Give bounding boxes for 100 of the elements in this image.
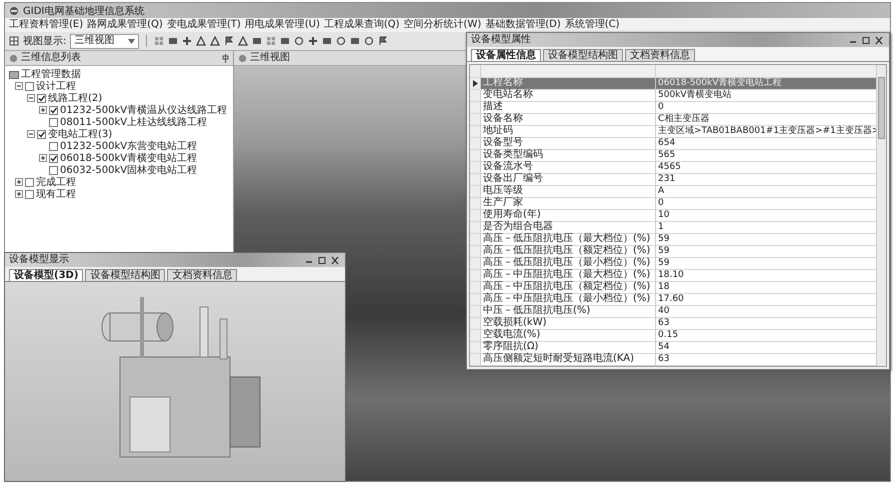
grid-icon[interactable]	[9, 36, 19, 46]
tree-item[interactable]: 设计工程	[36, 80, 76, 92]
checkbox[interactable]	[37, 130, 46, 138]
square-icon[interactable]	[280, 36, 290, 46]
close-icon[interactable]	[329, 256, 341, 264]
property-row[interactable]: 工程名称 06018-500kV青横变电站工程	[470, 78, 876, 90]
folder-icon	[9, 70, 19, 78]
property-name: 是否为组合电器	[481, 222, 656, 233]
tree-item[interactable]: 06032-500kV固林变电站工程	[60, 164, 198, 176]
expander-icon[interactable]	[39, 106, 47, 114]
checkbox[interactable]	[49, 166, 58, 174]
expander-icon[interactable]	[15, 190, 23, 198]
property-name: 设备型号	[481, 138, 656, 149]
menu-item[interactable]: 空间分析统计(W)	[404, 19, 482, 31]
plus-icon[interactable]	[308, 36, 318, 46]
view-dropdown[interactable]: 三维视图	[70, 34, 140, 48]
menu-item[interactable]: 路网成果管理(Q)	[87, 19, 163, 31]
circle-icon[interactable]	[294, 36, 304, 46]
property-name: 电压等级	[481, 186, 656, 197]
checkbox[interactable]	[25, 190, 34, 198]
property-name: 高压侧额定短时耐受短路电流(KA)	[481, 354, 656, 365]
close-icon[interactable]	[873, 36, 885, 44]
app-icon	[9, 6, 19, 16]
view-label: 视图显示:	[23, 34, 66, 48]
square-icon[interactable]	[168, 36, 178, 46]
window-title: 设备模型显示	[9, 254, 69, 266]
checkbox[interactable]	[25, 82, 34, 90]
tab[interactable]: 文档资料信息	[625, 49, 695, 61]
property-name: 空载损耗(kW)	[481, 318, 656, 329]
property-name: 描述	[481, 102, 656, 113]
plus-icon[interactable]	[182, 36, 192, 46]
tab[interactable]: 设备属性信息	[471, 49, 541, 61]
property-name: 生产厂家	[481, 198, 656, 209]
tab[interactable]: 设备模型结构图	[543, 49, 623, 61]
property-name: 中压－低压阻抗电压(%)	[481, 306, 656, 317]
triangle-icon[interactable]	[238, 36, 248, 46]
row-pointer-icon	[472, 80, 478, 87]
property-name: 高压－低压阻抗电压（最小档位）(%)	[481, 258, 656, 269]
square-icon[interactable]	[350, 36, 360, 46]
maximize-icon[interactable]	[316, 256, 328, 264]
property-name: 工程名称	[481, 78, 656, 89]
property-name: 高压－中压阻抗电压（额定档位）(%)	[481, 282, 656, 293]
menu-item[interactable]: 变电成果管理(T)	[166, 19, 241, 31]
tree-root[interactable]: 工程管理数据	[21, 68, 81, 80]
tree-item[interactable]: 完成工程	[36, 176, 76, 188]
property-name: 变电站名称	[481, 90, 656, 101]
property-name: 设备类型编码	[481, 150, 656, 161]
property-name: 高压－中压阻抗电压（最小档位）(%)	[481, 294, 656, 305]
tree-item[interactable]: 08011-500kV上桂达线线路工程	[60, 116, 208, 128]
triangle-icon[interactable]	[210, 36, 220, 46]
property-name: 设备出厂编号	[481, 174, 656, 185]
square-icon[interactable]	[322, 36, 332, 46]
property-name: 零序阻抗(Ω)	[481, 342, 656, 353]
checkbox[interactable]	[37, 94, 46, 102]
square-icon[interactable]	[252, 36, 262, 46]
pin-icon[interactable]	[222, 54, 229, 62]
expander-icon[interactable]	[15, 82, 23, 90]
property-name: 设备名称	[481, 114, 656, 125]
menu-item[interactable]: 用电成果管理(U)	[244, 19, 320, 31]
flag-icon[interactable]	[378, 36, 388, 46]
tree-item[interactable]: 线路工程(2)	[48, 92, 102, 104]
expander-icon[interactable]	[15, 178, 23, 186]
property-name: 使用寿命(年)	[481, 210, 656, 221]
checkbox[interactable]	[49, 118, 58, 126]
checkbox[interactable]	[25, 178, 34, 186]
tree-item[interactable]: 06018-500kV青横变电站工程	[60, 152, 198, 164]
checkbox[interactable]	[49, 154, 58, 162]
window-title: GIDI电网基础地理信息系统	[23, 4, 144, 18]
window-title: 设备模型属性	[471, 34, 531, 46]
tab[interactable]: 设备模型结构图	[85, 269, 166, 281]
circle-icon[interactable]	[336, 36, 346, 46]
menu-item[interactable]: 系统管理(C)	[564, 19, 620, 31]
panel-title: 三维视图	[250, 52, 290, 64]
expander-icon[interactable]	[27, 94, 35, 102]
tab[interactable]: 设备模型(3D)	[9, 269, 84, 281]
tree-item[interactable]: 01232-500kV东营变电站工程	[60, 140, 198, 152]
panel-title: 三维信息列表	[21, 52, 81, 64]
caret-icon	[128, 38, 136, 44]
property-name: 地址码	[481, 126, 656, 137]
circle-icon[interactable]	[364, 36, 374, 46]
menu-item[interactable]: 工程成果查询(Q)	[324, 19, 400, 31]
property-name: 高压－低压阻抗电压（最大档位）(%)	[481, 234, 656, 245]
maximize-icon[interactable]	[860, 36, 872, 44]
menu-item[interactable]: 基础数据管理(D)	[485, 19, 561, 31]
property-name: 设备流水号	[481, 162, 656, 173]
expander-icon[interactable]	[27, 130, 35, 138]
property-name: 高压－中压阻抗电压（最大档位）(%)	[481, 270, 656, 281]
tree-item[interactable]: 01232-500kV青横温从仪达线路工程	[60, 104, 228, 116]
tree-item[interactable]: 变电站工程(3)	[48, 128, 112, 140]
menu-item[interactable]: 工程资料管理(E)	[9, 19, 84, 31]
checkbox[interactable]	[49, 142, 58, 150]
tab[interactable]: 文档资料信息	[167, 269, 238, 281]
property-name: 空载电流(%)	[481, 330, 656, 341]
scrollbar[interactable]	[876, 65, 886, 366]
flag-icon[interactable]	[224, 36, 234, 46]
triangle-icon[interactable]	[196, 36, 206, 46]
expander-icon[interactable]	[39, 154, 47, 162]
checkbox[interactable]	[49, 106, 58, 114]
property-name: 高压－低压阻抗电压（额定档位）(%)	[481, 246, 656, 257]
tree-item[interactable]: 现有工程	[36, 188, 76, 200]
